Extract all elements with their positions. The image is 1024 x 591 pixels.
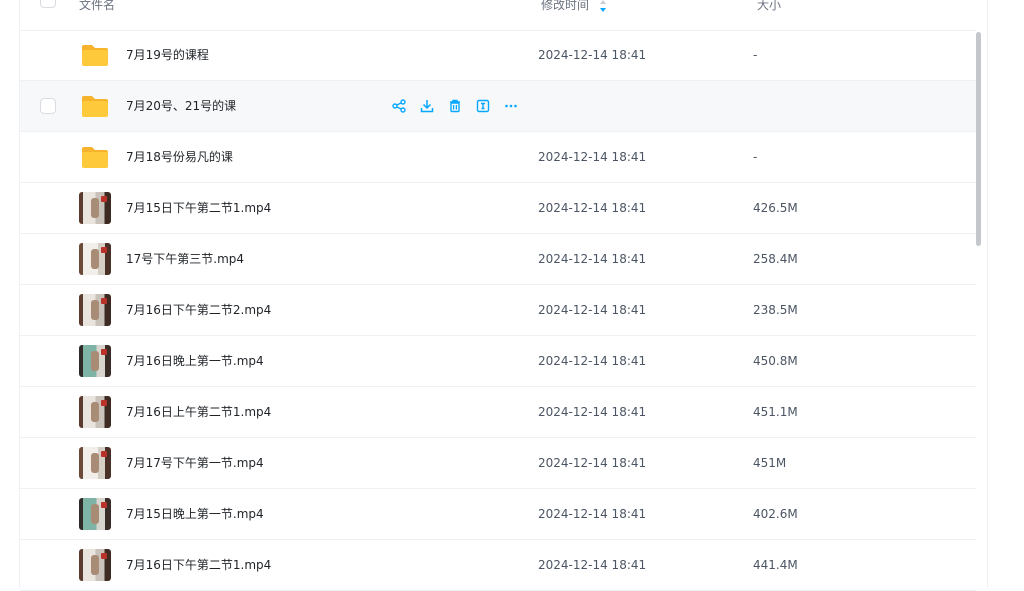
scrollbar-thumb[interactable] — [976, 32, 981, 246]
file-row[interactable]: 7月16日下午第二节2.mp4 2024-12-14 18:41 238.5M — [20, 285, 976, 336]
more-icon[interactable] — [502, 97, 520, 115]
file-size: 238.5M — [753, 303, 798, 317]
video-thumbnail — [79, 345, 111, 377]
modified-date: 2024-12-14 18:41 — [538, 48, 647, 62]
file-row[interactable]: 7月20号、21号的课 — [20, 81, 976, 132]
video-thumbnail — [79, 396, 111, 428]
modified-date: 2024-12-14 18:41 — [538, 405, 647, 419]
select-all-checkbox[interactable] — [40, 0, 56, 8]
file-size: 402.6M — [753, 507, 798, 521]
column-header-size[interactable]: 大小 — [757, 0, 781, 12]
file-name[interactable]: 17号下午第三节.mp4 — [126, 251, 244, 267]
file-name[interactable]: 7月16日上午第二节1.mp4 — [126, 404, 271, 420]
file-size: 451M — [753, 456, 787, 470]
folder-icon — [80, 90, 110, 122]
modified-date: 2024-12-14 18:41 — [538, 201, 647, 215]
file-name[interactable]: 7月17号下午第一节.mp4 — [126, 455, 264, 471]
video-thumbnail — [79, 192, 111, 224]
file-row[interactable]: 7月16日上午第二节1.mp4 2024-12-14 18:41 451.1M — [20, 387, 976, 438]
video-thumbnail — [79, 549, 111, 581]
file-size: 441.4M — [753, 558, 798, 572]
modified-date: 2024-12-14 18:41 — [538, 150, 647, 164]
file-row[interactable]: 7月15日下午第二节1.mp4 2024-12-14 18:41 426.5M — [20, 183, 976, 234]
file-row[interactable]: 7月15日晚上第一节.mp4 2024-12-14 18:41 402.6M — [20, 489, 976, 540]
file-row[interactable]: 7月17号下午第一节.mp4 2024-12-14 18:41 451M — [20, 438, 976, 489]
modified-date: 2024-12-14 18:41 — [538, 558, 647, 572]
file-size: 258.4M — [753, 252, 798, 266]
file-name[interactable]: 7月16日下午第二节2.mp4 — [126, 302, 271, 318]
file-size: - — [753, 150, 758, 164]
file-size: 426.5M — [753, 201, 798, 215]
file-list-header: 文件名 修改时间 大小 — [20, 0, 976, 31]
video-thumbnail — [79, 243, 111, 275]
file-name[interactable]: 7月16日下午第二节1.mp4 — [126, 557, 271, 573]
file-list-panel: 文件名 修改时间 大小 7月19号的课程 2024-12-14 18:41 - 7月2… — [19, 0, 988, 591]
modified-date: 2024-12-14 18:41 — [538, 252, 647, 266]
file-name[interactable]: 7月15日下午第二节1.mp4 — [126, 200, 271, 216]
modified-date: 2024-12-14 18:41 — [538, 456, 647, 470]
modified-date: 2024-12-14 18:41 — [538, 303, 647, 317]
modified-date: 2024-12-14 18:41 — [538, 354, 647, 368]
column-header-name[interactable]: 文件名 — [79, 0, 115, 12]
file-row[interactable]: 7月16日下午第二节1.mp4 2024-12-14 18:41 441.4M — [20, 540, 976, 591]
row-actions — [390, 97, 520, 115]
file-name[interactable]: 7月16日晚上第一节.mp4 — [126, 353, 264, 369]
file-row[interactable]: 7月16日晚上第一节.mp4 2024-12-14 18:41 450.8M — [20, 336, 976, 387]
file-row[interactable]: 7月18号份易凡的课 2024-12-14 18:41 - — [20, 132, 976, 183]
download-icon[interactable] — [418, 97, 436, 115]
file-name[interactable]: 7月15日晚上第一节.mp4 — [126, 506, 264, 522]
delete-icon[interactable] — [446, 97, 464, 115]
share-icon[interactable] — [390, 97, 408, 115]
modified-date: 2024-12-14 18:41 — [538, 507, 647, 521]
folder-icon — [80, 141, 110, 173]
row-checkbox[interactable] — [40, 98, 56, 114]
video-thumbnail — [79, 498, 111, 530]
file-row[interactable]: 7月19号的课程 2024-12-14 18:41 - — [20, 30, 976, 81]
file-name[interactable]: 7月20号、21号的课 — [126, 98, 236, 114]
folder-icon — [80, 39, 110, 71]
video-thumbnail — [79, 447, 111, 479]
file-size: - — [753, 48, 758, 62]
file-row[interactable]: 17号下午第三节.mp4 2024-12-14 18:41 258.4M — [20, 234, 976, 285]
column-header-modified[interactable]: 修改时间 — [541, 0, 589, 12]
sort-descending-icon[interactable] — [599, 0, 607, 13]
file-size: 450.8M — [753, 354, 798, 368]
file-name[interactable]: 7月18号份易凡的课 — [126, 149, 233, 165]
rename-icon[interactable] — [474, 97, 492, 115]
file-name[interactable]: 7月19号的课程 — [126, 47, 209, 63]
file-size: 451.1M — [753, 405, 798, 419]
video-thumbnail — [79, 294, 111, 326]
